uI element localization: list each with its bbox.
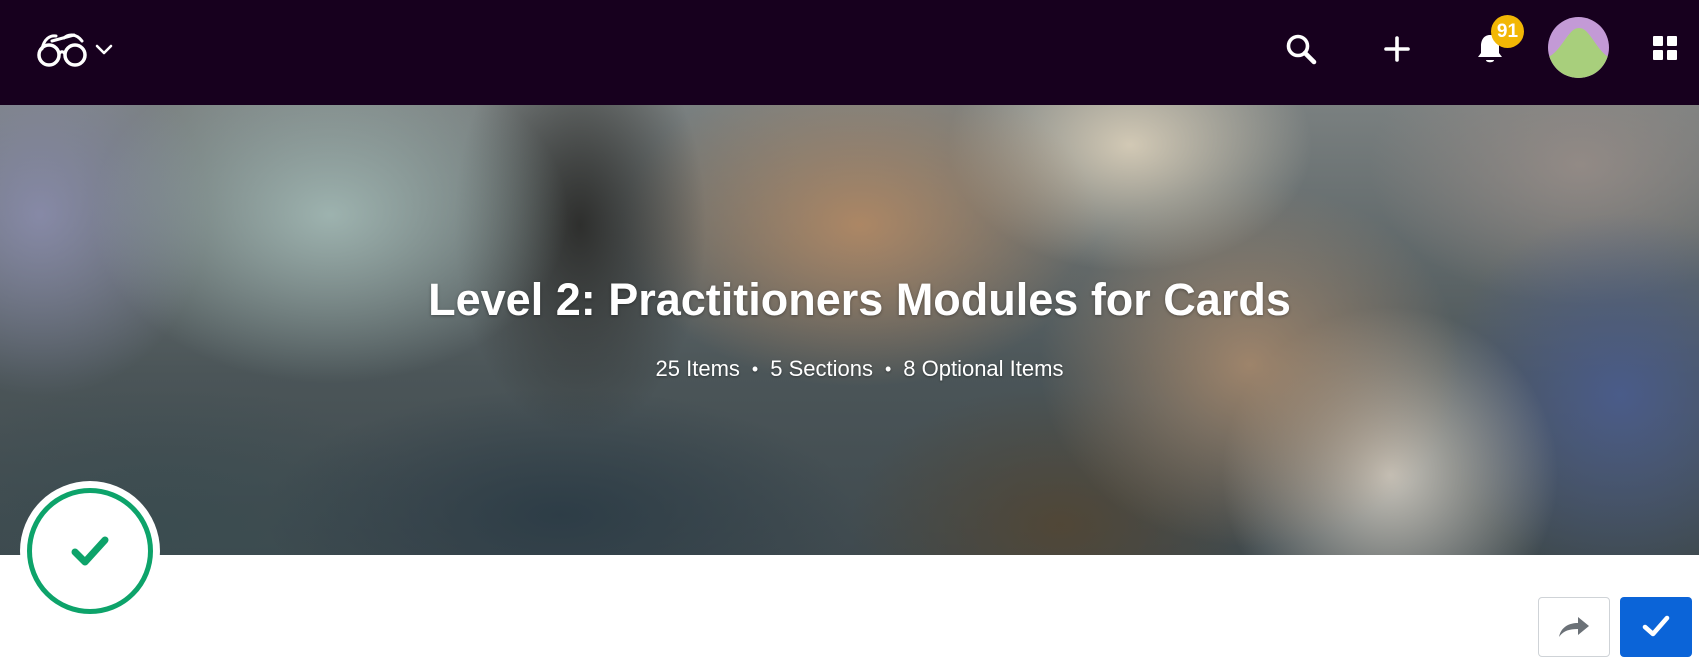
course-hero-banner: Level 2: Practitioners Modules for Cards… <box>0 105 1699 555</box>
plus-icon <box>1384 36 1410 62</box>
search-icon <box>1286 34 1317 65</box>
glasses-icon <box>37 33 87 67</box>
apps-grid-button[interactable] <box>1642 25 1688 71</box>
avatar-image <box>1548 17 1609 78</box>
share-arrow-icon <box>1559 617 1589 637</box>
check-icon <box>71 536 109 566</box>
sections-count: 5 Sections <box>770 356 873 381</box>
share-button[interactable] <box>1538 597 1610 657</box>
create-button[interactable] <box>1374 26 1420 72</box>
mark-complete-button[interactable] <box>1620 597 1692 657</box>
check-icon <box>1642 615 1670 637</box>
completion-status <box>20 481 160 621</box>
items-count: 25 Items <box>655 356 740 381</box>
course-title: Level 2: Practitioners Modules for Cards <box>428 274 1291 325</box>
hero-background-image <box>0 105 1699 555</box>
user-avatar[interactable] <box>1548 17 1609 78</box>
course-meta: 25 Items • 5 Sections • 8 Optional Items <box>0 356 1699 382</box>
notification-count-badge: 91 <box>1491 15 1524 48</box>
app-switcher-logo-button[interactable] <box>34 28 118 70</box>
chevron-down-icon <box>95 44 113 55</box>
meta-separator: • <box>884 358 892 379</box>
top-navigation-bar: 91 <box>0 0 1699 105</box>
completion-ring <box>27 488 153 614</box>
meta-separator: • <box>751 358 759 379</box>
optional-items-count: 8 Optional Items <box>903 356 1064 381</box>
grid-icon <box>1653 36 1677 60</box>
search-button[interactable] <box>1278 26 1324 72</box>
